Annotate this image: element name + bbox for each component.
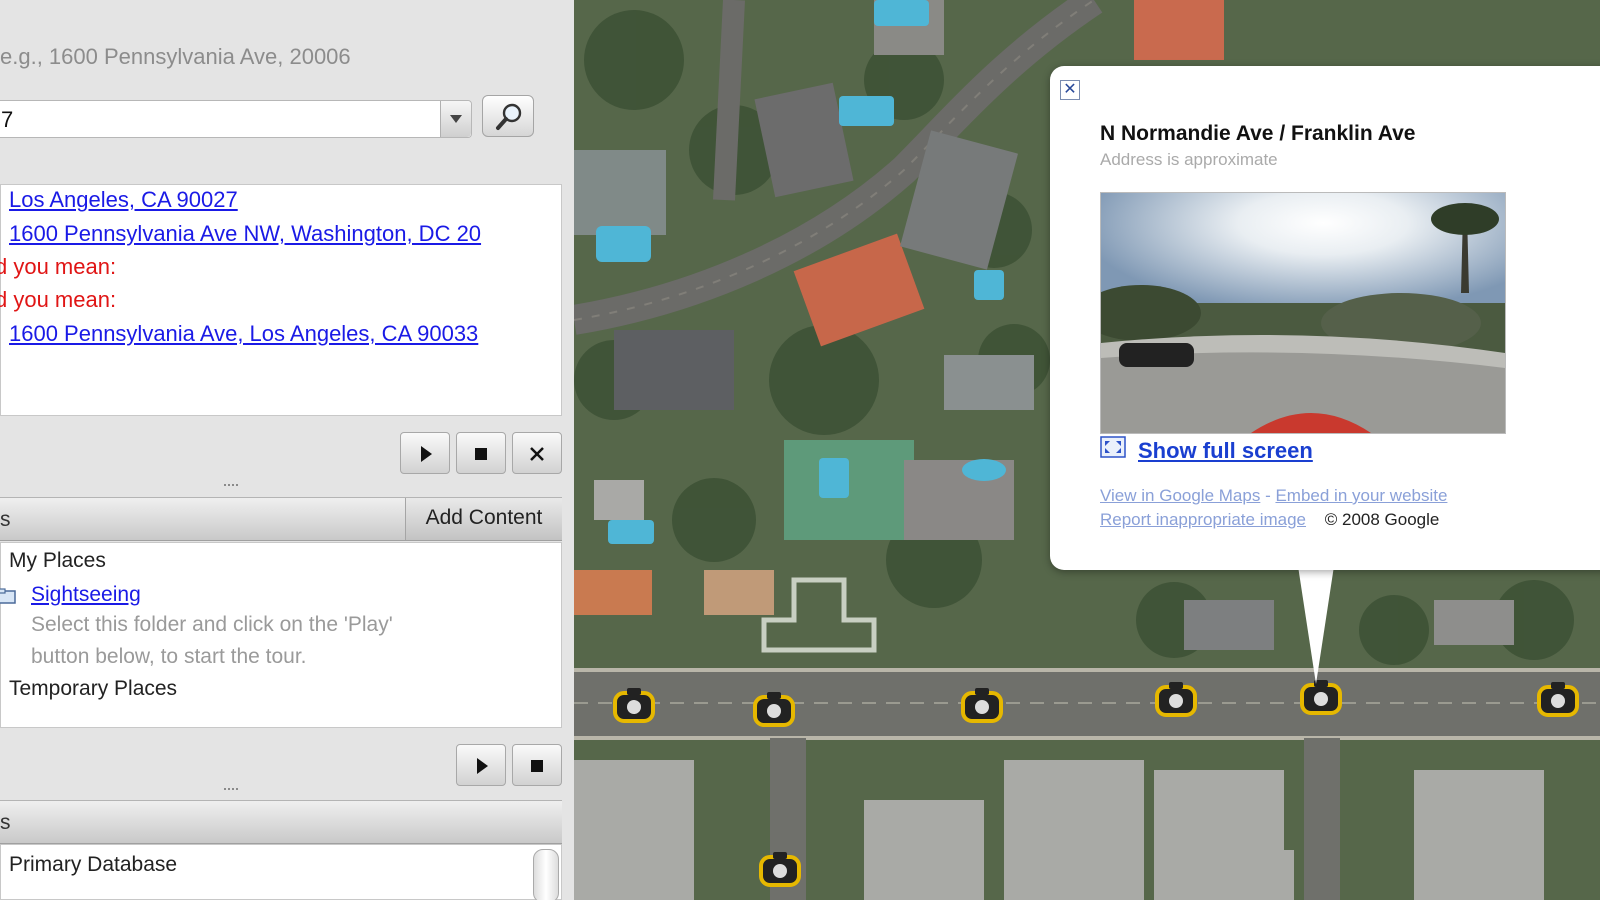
view-in-google-maps-link[interactable]: View in Google Maps: [1100, 486, 1260, 505]
play-icon: [421, 446, 432, 462]
clear-results-button[interactable]: [512, 432, 562, 474]
streetview-camera-icon[interactable]: [752, 690, 796, 728]
sightseeing-description: Select this folder and click on the 'Pla…: [31, 613, 393, 636]
streetview-camera-icon[interactable]: [758, 850, 802, 888]
streetview-photo[interactable]: [1100, 192, 1506, 434]
streetview-camera-icon[interactable]: [1154, 680, 1198, 718]
add-content-button[interactable]: Add Content: [405, 498, 562, 540]
sightseeing-description: button below, to start the tour.: [31, 645, 307, 668]
sidebar: e.g., 1600 Pennsylvania Ave, 20006 7 Los…: [0, 0, 576, 900]
popup-pointer: [1298, 566, 1334, 684]
magnifier-icon: [496, 103, 522, 130]
result-link[interactable]: Los Angeles, CA 90027: [9, 187, 238, 213]
close-icon: [530, 447, 544, 461]
stop-icon: [475, 448, 487, 460]
did-you-mean-label: d you mean:: [0, 254, 117, 279]
tree-item-primary-database[interactable]: Primary Database: [9, 853, 177, 877]
layers-scrollbar[interactable]: [533, 849, 559, 900]
embed-link[interactable]: Embed in your website: [1275, 486, 1447, 505]
tree-item-my-places[interactable]: My Places: [9, 549, 106, 573]
search-input-value[interactable]: 7: [1, 107, 13, 133]
play-button[interactable]: [400, 432, 450, 474]
places-stop-button[interactable]: [512, 744, 562, 786]
folder-icon: [0, 588, 16, 604]
search-button[interactable]: [482, 95, 534, 137]
resize-grip[interactable]: [224, 484, 238, 490]
resize-grip[interactable]: [224, 788, 238, 794]
show-full-screen-link[interactable]: Show full screen: [1138, 438, 1313, 464]
close-icon[interactable]: ✕: [1060, 80, 1080, 100]
copyright-text: © 2008 Google: [1324, 510, 1440, 529]
search-results-list: Los Angeles, CA 90027 1600 Pennsylvania …: [0, 184, 562, 416]
layers-header-label: s: [0, 811, 11, 834]
dropdown-arrow-icon: [450, 115, 462, 123]
play-icon: [477, 758, 488, 774]
popup-subtitle: Address is approximate: [1100, 150, 1278, 169]
search-input[interactable]: 7: [0, 100, 472, 138]
places-tree: My Places Sightseeing Select this folder…: [0, 542, 562, 728]
popup-title: N Normandie Ave / Franklin Ave: [1100, 122, 1416, 145]
popup-links: View in Google Maps - Embed in your webs…: [1100, 486, 1447, 530]
fullscreen-icon[interactable]: [1100, 436, 1126, 458]
places-header-label: s: [0, 508, 11, 531]
layers-tree: Primary Database: [0, 844, 562, 900]
streetview-popup: ✕ N Normandie Ave / Franklin Ave Address…: [1050, 66, 1600, 570]
streetview-camera-icon[interactable]: [612, 686, 656, 724]
streetview-camera-icon[interactable]: [960, 686, 1004, 724]
link-separator: -: [1260, 486, 1276, 505]
layers-panel-header[interactable]: s: [0, 800, 562, 844]
streetview-camera-icon[interactable]: [1536, 680, 1580, 718]
tree-item-sightseeing[interactable]: Sightseeing: [31, 583, 141, 607]
stop-button[interactable]: [456, 432, 506, 474]
search-hint: e.g., 1600 Pennsylvania Ave, 20006: [0, 44, 351, 69]
stop-icon: [531, 760, 543, 772]
places-play-button[interactable]: [456, 744, 506, 786]
result-link[interactable]: 1600 Pennsylvania Ave, Los Angeles, CA 9…: [9, 321, 478, 347]
streetview-photo-image: [1101, 193, 1505, 433]
report-image-link[interactable]: Report inappropriate image: [1100, 510, 1306, 529]
places-panel-header[interactable]: s Add Content: [0, 497, 562, 541]
tree-item-temporary-places[interactable]: Temporary Places: [9, 677, 177, 701]
result-link[interactable]: 1600 Pennsylvania Ave NW, Washington, DC…: [9, 221, 481, 247]
did-you-mean-label: d you mean:: [0, 287, 117, 312]
search-history-dropdown[interactable]: [440, 101, 471, 137]
